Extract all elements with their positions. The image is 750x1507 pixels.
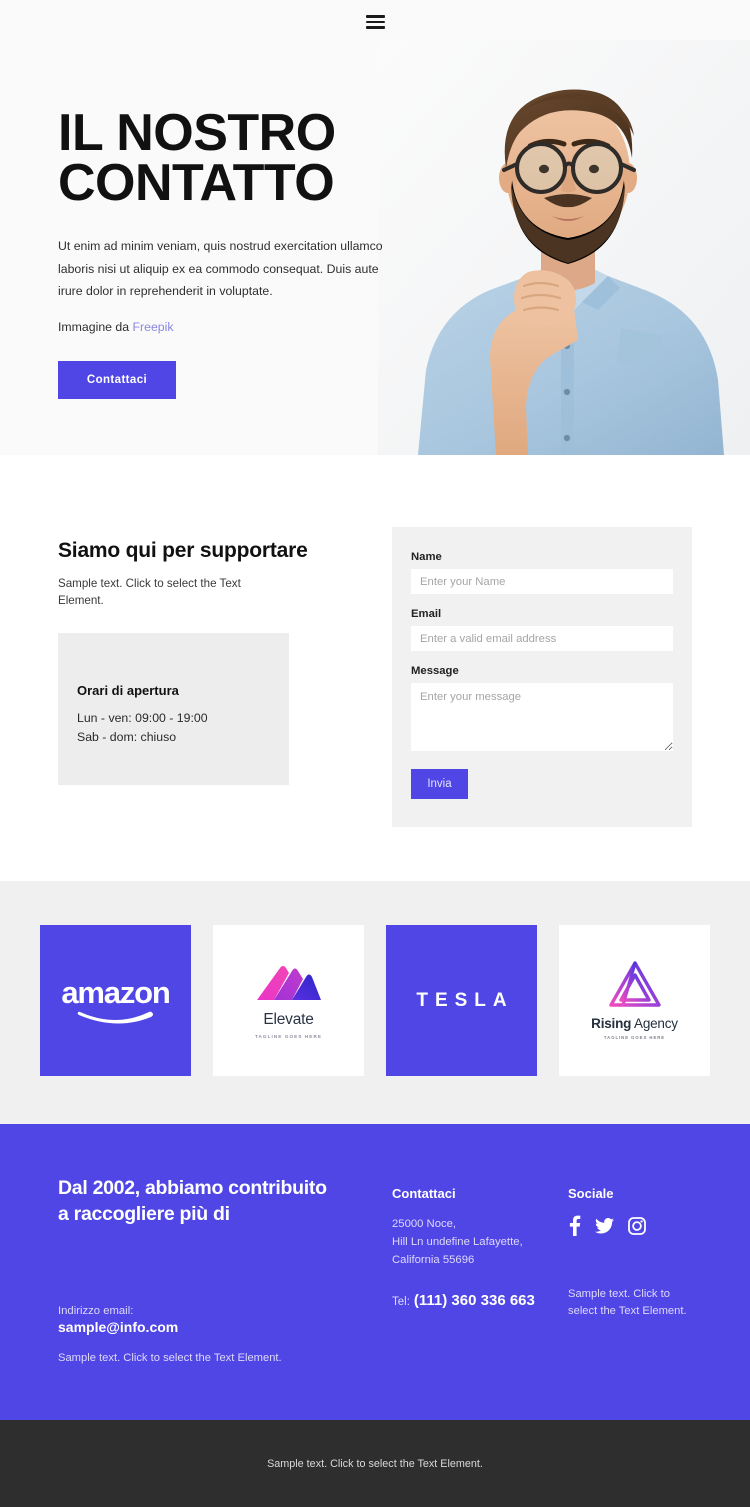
footer-section: Dal 2002, abbiamo contribuito a raccogli…: [0, 1124, 750, 1420]
top-navbar: [0, 0, 750, 44]
name-input[interactable]: [411, 569, 673, 594]
hero-copy: IL NOSTRO CONTATTO Ut enim ad minim veni…: [58, 107, 398, 400]
address-line-1: 25000 Noce,: [392, 1218, 457, 1230]
logos-section: amazon Elevate TAGLINE GOES HERE TESLA R…: [0, 881, 750, 1124]
message-field-group: Message: [411, 665, 673, 751]
opening-hours-title: Orari di apertura: [77, 682, 179, 698]
address-line-3: California 55696: [392, 1254, 475, 1267]
hamburger-menu-icon[interactable]: [365, 15, 385, 29]
twitter-icon[interactable]: [595, 1217, 614, 1234]
rising-agency-tagline: TAGLINE GOES HERE: [603, 1035, 666, 1040]
message-label: Message: [411, 665, 459, 677]
logos-row: amazon Elevate TAGLINE GOES HERE TESLA R…: [0, 925, 750, 1076]
burger-line: [365, 15, 385, 18]
tel-value: (111) 360 336 663: [413, 1292, 535, 1310]
bottom-bar-text: Sample text. Click to select the Text El…: [267, 1457, 483, 1470]
rising-agency-wordmark: Rising Agency: [591, 1016, 678, 1031]
hero-paragraph: Ut enim ad minim veniam, quis nostrud ex…: [58, 238, 383, 299]
contact-cta-button[interactable]: Contattaci: [58, 361, 176, 400]
footer-telephone[interactable]: Tel: (111) 360 336 663: [392, 1292, 562, 1309]
name-label: Name: [411, 551, 442, 563]
footer-headline: Dal 2002, abbiamo contribuito a raccogli…: [58, 1177, 327, 1225]
hero-photo: [378, 40, 750, 455]
amazon-smile-icon: [77, 1011, 153, 1024]
footer-note-right: Sample text. Click to select the Text El…: [568, 1288, 687, 1318]
support-heading: Siamo qui per supportare: [58, 539, 308, 562]
hero-title-line-2: CONTATTO: [58, 154, 335, 213]
tesla-wordmark: TESLA: [416, 989, 514, 1011]
footer-address: 25000 Noce, Hill Ln undefine Lafayette, …: [392, 1215, 562, 1269]
social-links: [568, 1215, 708, 1236]
submit-button[interactable]: Invia: [411, 769, 468, 799]
freepik-link[interactable]: Freepik: [133, 320, 174, 334]
logo-tile-elevate[interactable]: Elevate TAGLINE GOES HERE: [213, 925, 364, 1076]
contact-form-panel: Name Email Message Invia: [392, 527, 692, 827]
elevate-wordmark: Elevate: [263, 1011, 314, 1028]
name-field-group: Name: [411, 551, 673, 594]
logo-tile-tesla[interactable]: TESLA: [386, 925, 537, 1076]
hours-weekend: Sab - dom: chiuso: [77, 729, 177, 744]
bottom-bar: Sample text. Click to select the Text El…: [0, 1420, 750, 1507]
facebook-icon[interactable]: [568, 1215, 581, 1236]
rising-agency-mark-icon: [608, 961, 661, 1007]
hero-section: IL NOSTRO CONTATTO Ut enim ad minim veni…: [0, 0, 750, 455]
support-subtext: Sample text. Click to select the Text El…: [58, 577, 241, 607]
email-label: Email: [411, 608, 442, 620]
footer-contact-title: Contattaci: [392, 1186, 456, 1201]
opening-hours-card: Orari di apertura Lun - ven: 09:00 - 19:…: [58, 632, 289, 785]
elevate-tagline: TAGLINE GOES HERE: [254, 1034, 323, 1039]
elevate-mark-icon: [256, 966, 321, 1000]
email-input[interactable]: [411, 626, 673, 651]
logo-tile-rising-agency[interactable]: Rising Agency TAGLINE GOES HERE: [559, 925, 710, 1076]
amazon-wordmark: amazon: [61, 974, 170, 1010]
footer-column-contact: Contattaci 25000 Noce, Hill Ln undefine …: [392, 1186, 562, 1309]
credit-prefix: Immagine da: [58, 320, 130, 335]
hero-image-credit: Immagine da Freepik: [58, 320, 398, 334]
instagram-icon[interactable]: [628, 1216, 646, 1235]
burger-line: [365, 26, 385, 29]
support-section: Siamo qui per supportare Sample text. Cl…: [0, 455, 750, 881]
logo-tile-amazon[interactable]: amazon: [40, 925, 191, 1076]
footer-social-title: Sociale: [568, 1186, 614, 1201]
rising-word-bold: Rising: [591, 1016, 632, 1031]
page-root: IL NOSTRO CONTATTO Ut enim ad minim veni…: [0, 0, 750, 1507]
rising-word-light: Agency: [634, 1016, 678, 1031]
message-textarea[interactable]: [411, 683, 673, 751]
footer-column-social: Sociale Sample text. Click to select the…: [568, 1186, 708, 1321]
footer-column-brand: Dal 2002, abbiamo contribuito a raccogli…: [58, 1176, 348, 1364]
footer-email-value[interactable]: sample@info.com: [58, 1319, 348, 1335]
email-field-group: Email: [411, 608, 673, 651]
support-left-column: Siamo qui per supportare Sample text. Cl…: [58, 539, 358, 785]
hours-weekday: Lun - ven: 09:00 - 19:00: [77, 710, 208, 725]
opening-hours-lines: Lun - ven: 09:00 - 19:00 Sab - dom: chiu…: [77, 709, 289, 747]
burger-line: [365, 20, 385, 24]
page-title: IL NOSTRO CONTATTO: [58, 107, 398, 213]
tel-label: Tel:: [392, 1296, 410, 1309]
address-line-2: Hill Ln undefine Lafayette,: [392, 1236, 523, 1249]
footer-note-left: Sample text. Click to select the Text El…: [58, 1352, 282, 1365]
footer-email-label: Indirizzo email:: [58, 1305, 134, 1318]
hero-title-line-1: IL NOSTRO: [58, 104, 336, 162]
